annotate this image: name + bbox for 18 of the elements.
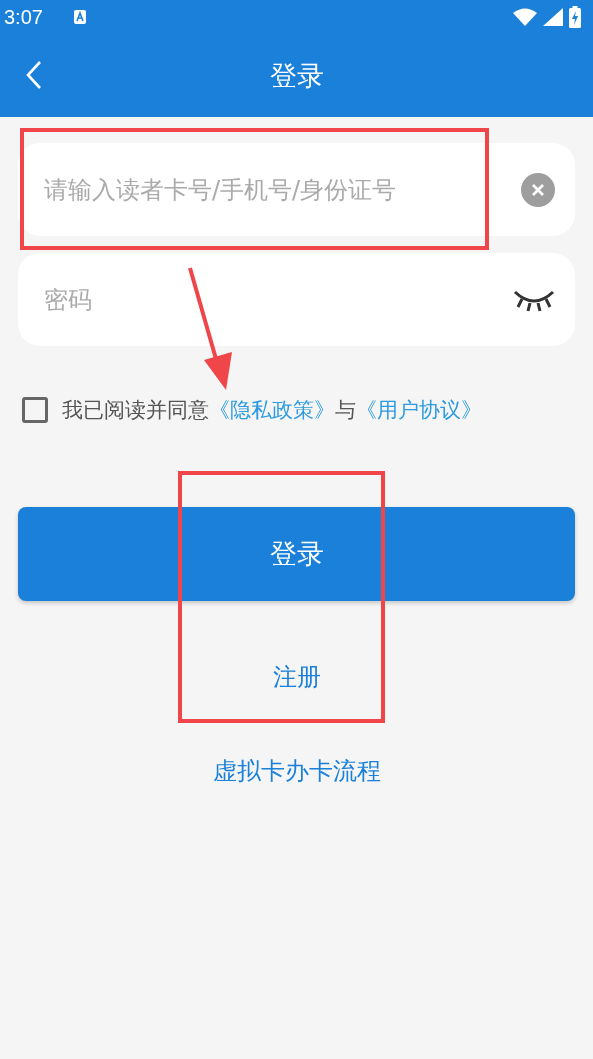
virtual-card-link[interactable]: 虚拟卡办卡流程	[212, 755, 381, 787]
notification-icon	[72, 9, 87, 25]
agreement-text: 与	[335, 397, 356, 424]
password-field[interactable]: 密码	[18, 253, 575, 346]
battery-icon	[569, 6, 581, 28]
agreement-text: 我已阅读并同意	[62, 397, 209, 424]
agreement-checkbox[interactable]	[22, 397, 48, 423]
account-field[interactable]: 请输入读者卡号/手机号/身份证号	[18, 143, 575, 236]
back-icon[interactable]	[26, 60, 42, 90]
user-agreement-link[interactable]: 《用户协议》	[356, 396, 482, 424]
login-button[interactable]: 登录	[18, 507, 575, 601]
page-title: 登录	[269, 58, 324, 93]
signal-icon	[543, 8, 563, 26]
privacy-policy-link[interactable]: 《隐私政策》	[209, 396, 335, 424]
wifi-icon	[513, 8, 537, 26]
register-link[interactable]: 注册	[272, 661, 321, 693]
clear-icon[interactable]	[521, 172, 555, 207]
clock: 3:07	[4, 5, 43, 29]
